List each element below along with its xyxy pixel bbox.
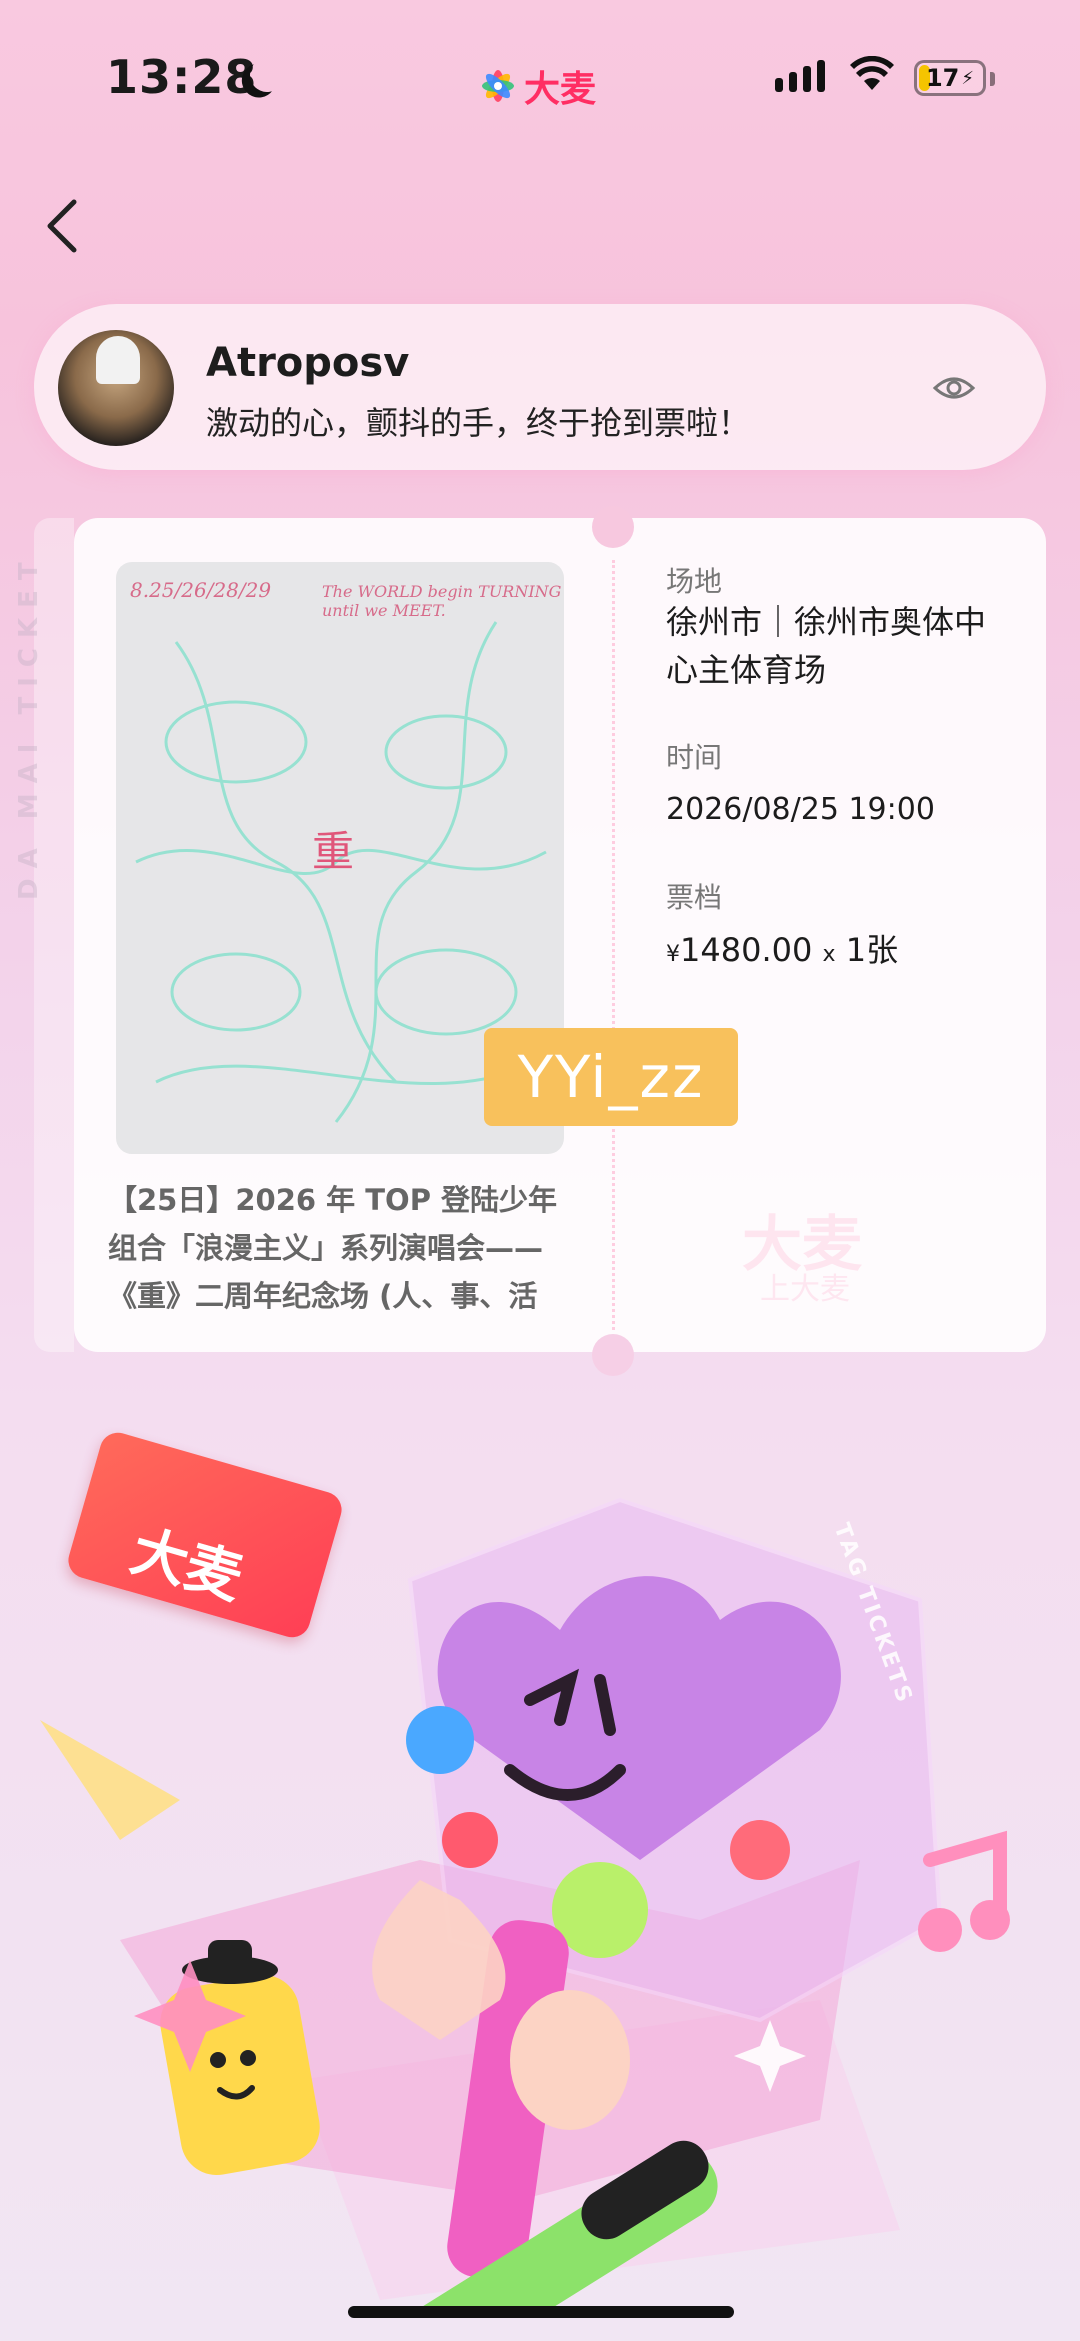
price: 1480.00: [680, 931, 813, 969]
brand-header: 大麦: [478, 60, 596, 112]
avatar[interactable]: [58, 330, 174, 446]
ticket-notch-top: [592, 506, 634, 548]
tier-label: 票档: [666, 881, 723, 914]
battery-level: 17: [925, 64, 960, 92]
battery-icon: 17 ⚡: [914, 60, 986, 96]
venue-label: 场地: [666, 565, 723, 598]
brand-name: 大麦: [524, 69, 597, 110]
home-indicator[interactable]: [348, 2306, 734, 2318]
poster-title: 重: [312, 827, 355, 876]
user-watermark: YYi_zz: [484, 1028, 738, 1126]
wifi-icon: [850, 56, 894, 90]
time-label: 时间: [666, 741, 723, 774]
damai-logo-icon: [482, 70, 514, 102]
username: Atroposv: [206, 340, 410, 386]
event-title: 【25日】2026 年 TOP 登陆少年组合「浪漫主义」系列演唱会——《重》二周…: [108, 1183, 558, 1313]
ticket-perforation: [612, 560, 615, 1330]
back-arrow-icon[interactable]: [36, 196, 96, 256]
venue-value: 徐州市｜徐州市奥体中心主体育场: [666, 603, 987, 689]
user-card: [34, 304, 1046, 470]
poster-tagline: The WORLD begin TURNING until we MEET.: [322, 582, 562, 620]
eye-icon[interactable]: [932, 366, 976, 410]
ticket-side-label: DA MAI TICKET: [14, 552, 44, 900]
battery-nub: [990, 72, 995, 86]
poster-dates: 8.25/26/28/29: [130, 578, 272, 602]
quantity-separator: x: [822, 942, 836, 967]
cellular-signal-icon: [775, 60, 825, 92]
price-currency: ¥: [666, 942, 680, 967]
tier-value: ¥1480.00 x 1张: [666, 926, 898, 979]
status-time: 13:28: [106, 50, 258, 104]
time-value: 2026/08/25 19:00: [666, 792, 935, 827]
user-message: 激动的心，颤抖的手，终于抢到票啦！: [206, 404, 751, 442]
quantity: 1张: [845, 931, 899, 969]
